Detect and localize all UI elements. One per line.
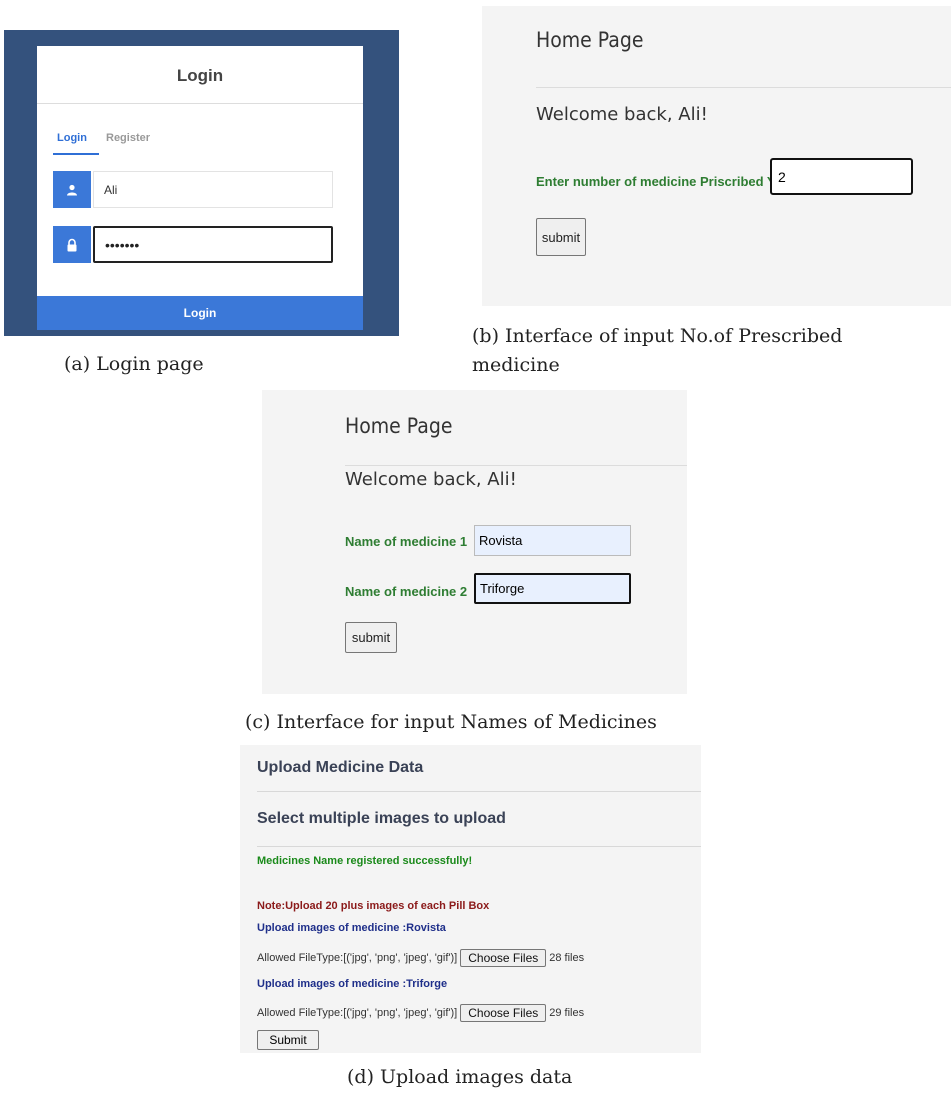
divider (257, 791, 701, 792)
login-screenshot: Login Login Register Login (4, 30, 399, 336)
file-count: 28 files (549, 951, 585, 964)
submit-button[interactable]: Submit (257, 1030, 319, 1050)
prescribed-count-screenshot: Home Page Welcome back, Ali! Enter numbe… (482, 6, 951, 306)
allowed-filetype-text: Allowed FileType:[('jpg', 'png', 'jpeg',… (257, 1006, 458, 1019)
password-input[interactable] (93, 226, 333, 263)
medicine-count-input[interactable] (770, 158, 913, 195)
login-card: Login Login Register Login (37, 46, 363, 330)
caption-c: (c) Interface for input Names of Medicin… (245, 711, 657, 733)
upload-note: Note:Upload 20 plus images of each Pill … (257, 900, 490, 912)
choose-files-button[interactable]: Choose Files (460, 1004, 547, 1022)
file-upload-row: Allowed FileType:[('jpg', 'png', 'jpeg',… (257, 949, 584, 967)
medicine-name-input[interactable] (474, 525, 631, 556)
user-icon (53, 171, 91, 208)
medicine-count-label: Enter number of medicine Priscribed You (536, 174, 791, 189)
submit-button[interactable]: submit (536, 218, 586, 256)
username-input[interactable] (93, 171, 333, 208)
page-title: Home Page (536, 28, 644, 52)
medicine-name-label: Name of medicine 1 (345, 534, 468, 549)
section-subtitle: Select multiple images to upload (257, 810, 506, 827)
divider (536, 87, 951, 88)
medicine-upload-heading: Upload images of medicine :Rovista (257, 922, 446, 934)
page-title: Upload Medicine Data (257, 759, 424, 776)
login-button[interactable]: Login (37, 296, 363, 330)
caption-a: (a) Login page (64, 353, 204, 375)
success-message: Medicines Name registered successfully! (257, 855, 473, 867)
submit-button[interactable]: submit (345, 622, 397, 653)
file-count: 29 files (549, 1006, 585, 1019)
login-title: Login (176, 66, 224, 85)
medicine-name-input[interactable] (474, 573, 631, 604)
divider (345, 465, 687, 466)
choose-files-button[interactable]: Choose Files (460, 949, 547, 967)
caption-d: (d) Upload images data (347, 1066, 573, 1088)
medicine-upload-heading: Upload images of medicine :Triforge (257, 978, 448, 990)
medicine-name-label: Name of medicine 2 (345, 584, 468, 599)
upload-images-screenshot: Upload Medicine Data Select multiple ima… (240, 745, 701, 1053)
welcome-message: Welcome back, Ali! (345, 469, 517, 490)
page-title: Home Page (345, 414, 453, 438)
caption-b-line1: (b) Interface of input No.of Prescribed (472, 325, 843, 347)
caption-b-line2: medicine (472, 354, 560, 376)
divider (257, 846, 701, 847)
tab-login[interactable]: Login (57, 132, 87, 144)
tab-register[interactable]: Register (106, 132, 150, 144)
file-upload-row: Allowed FileType:[('jpg', 'png', 'jpeg',… (257, 1004, 584, 1022)
medicine-names-screenshot: Home Page Welcome back, Ali! Name of med… (262, 390, 687, 694)
allowed-filetype-text: Allowed FileType:[('jpg', 'png', 'jpeg',… (257, 951, 458, 964)
welcome-message: Welcome back, Ali! (536, 104, 708, 125)
lock-icon (53, 226, 91, 263)
divider (37, 103, 363, 104)
active-tab-indicator (53, 153, 99, 155)
